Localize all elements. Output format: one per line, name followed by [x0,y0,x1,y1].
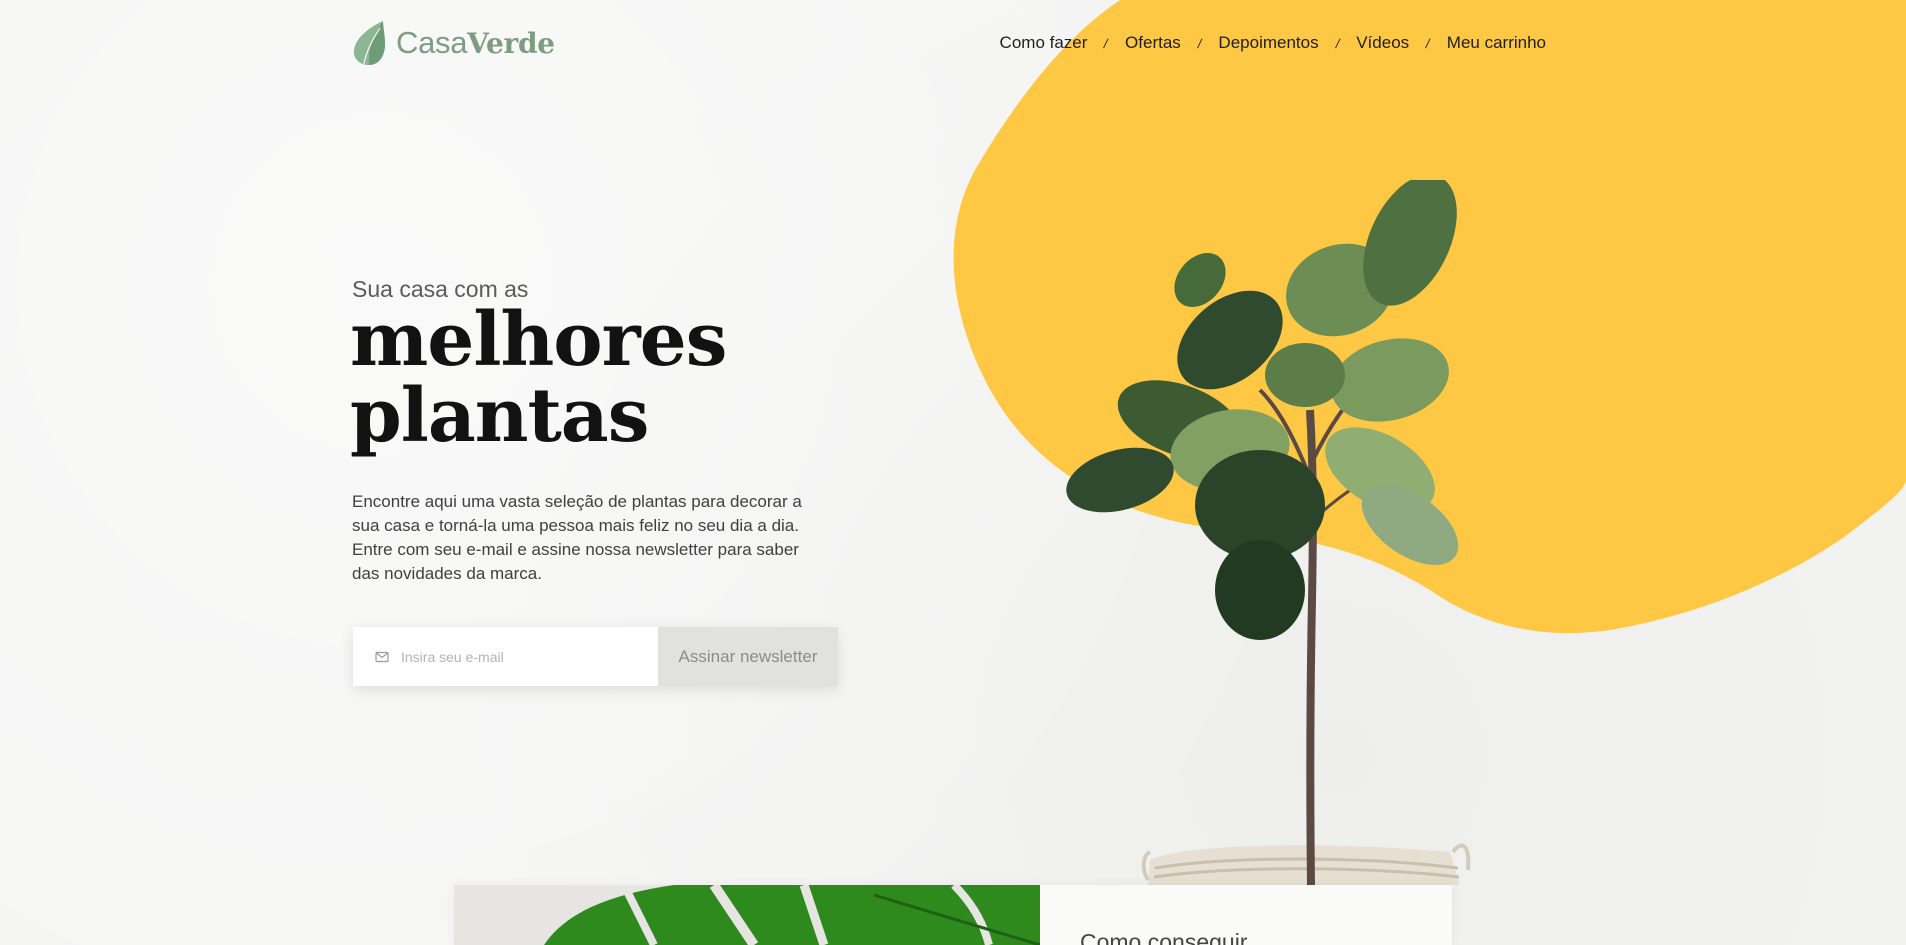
nav-item-ofertas[interactable]: Ofertas [1125,33,1181,53]
nav-separator: / [1196,35,1204,51]
logo[interactable]: CasaVerde [352,20,555,66]
section-title: Como conseguir [1080,929,1248,945]
leaf-icon [353,21,385,65]
main-nav: Como fazer / Ofertas / Depoimentos / Víd… [1000,20,1546,66]
monstera-image [454,885,1040,945]
plant-image [1066,180,1471,885]
nav-item-meu-carrinho[interactable]: Meu carrinho [1447,33,1546,53]
nav-separator: / [1333,35,1341,51]
brand-name-light: Casa [396,24,468,60]
email-field-wrapper [353,627,658,686]
brand-name-bold: Verde [467,26,555,60]
newsletter-form: Assinar newsletter [353,627,838,686]
hero-title-line2: plantas [350,373,649,459]
nav-separator: / [1424,35,1432,51]
nav-separator: / [1102,35,1110,51]
mail-icon [375,651,389,662]
hero-title: melhores plantas [350,302,870,454]
monstera-leaves-illustration [454,885,1040,945]
nav-item-videos[interactable]: Vídeos [1356,33,1409,53]
nav-item-como-fazer[interactable]: Como fazer [1000,33,1088,53]
brand-name: CasaVerde [396,20,555,67]
plant-leaves [1066,180,1459,640]
hero-title-line1: melhores [350,297,727,383]
subscribe-newsletter-button[interactable]: Assinar newsletter [658,627,838,686]
site-header: CasaVerde Como fazer / Ofertas / Depoime… [352,20,1546,66]
basket [1141,843,1471,885]
nav-item-depoimentos[interactable]: Depoimentos [1218,33,1318,53]
hero-description: Encontre aqui uma vasta seleção de plant… [352,492,802,583]
how-to-section: Como conseguir [454,885,1452,945]
email-input[interactable] [399,647,633,666]
page-background [0,0,1906,945]
